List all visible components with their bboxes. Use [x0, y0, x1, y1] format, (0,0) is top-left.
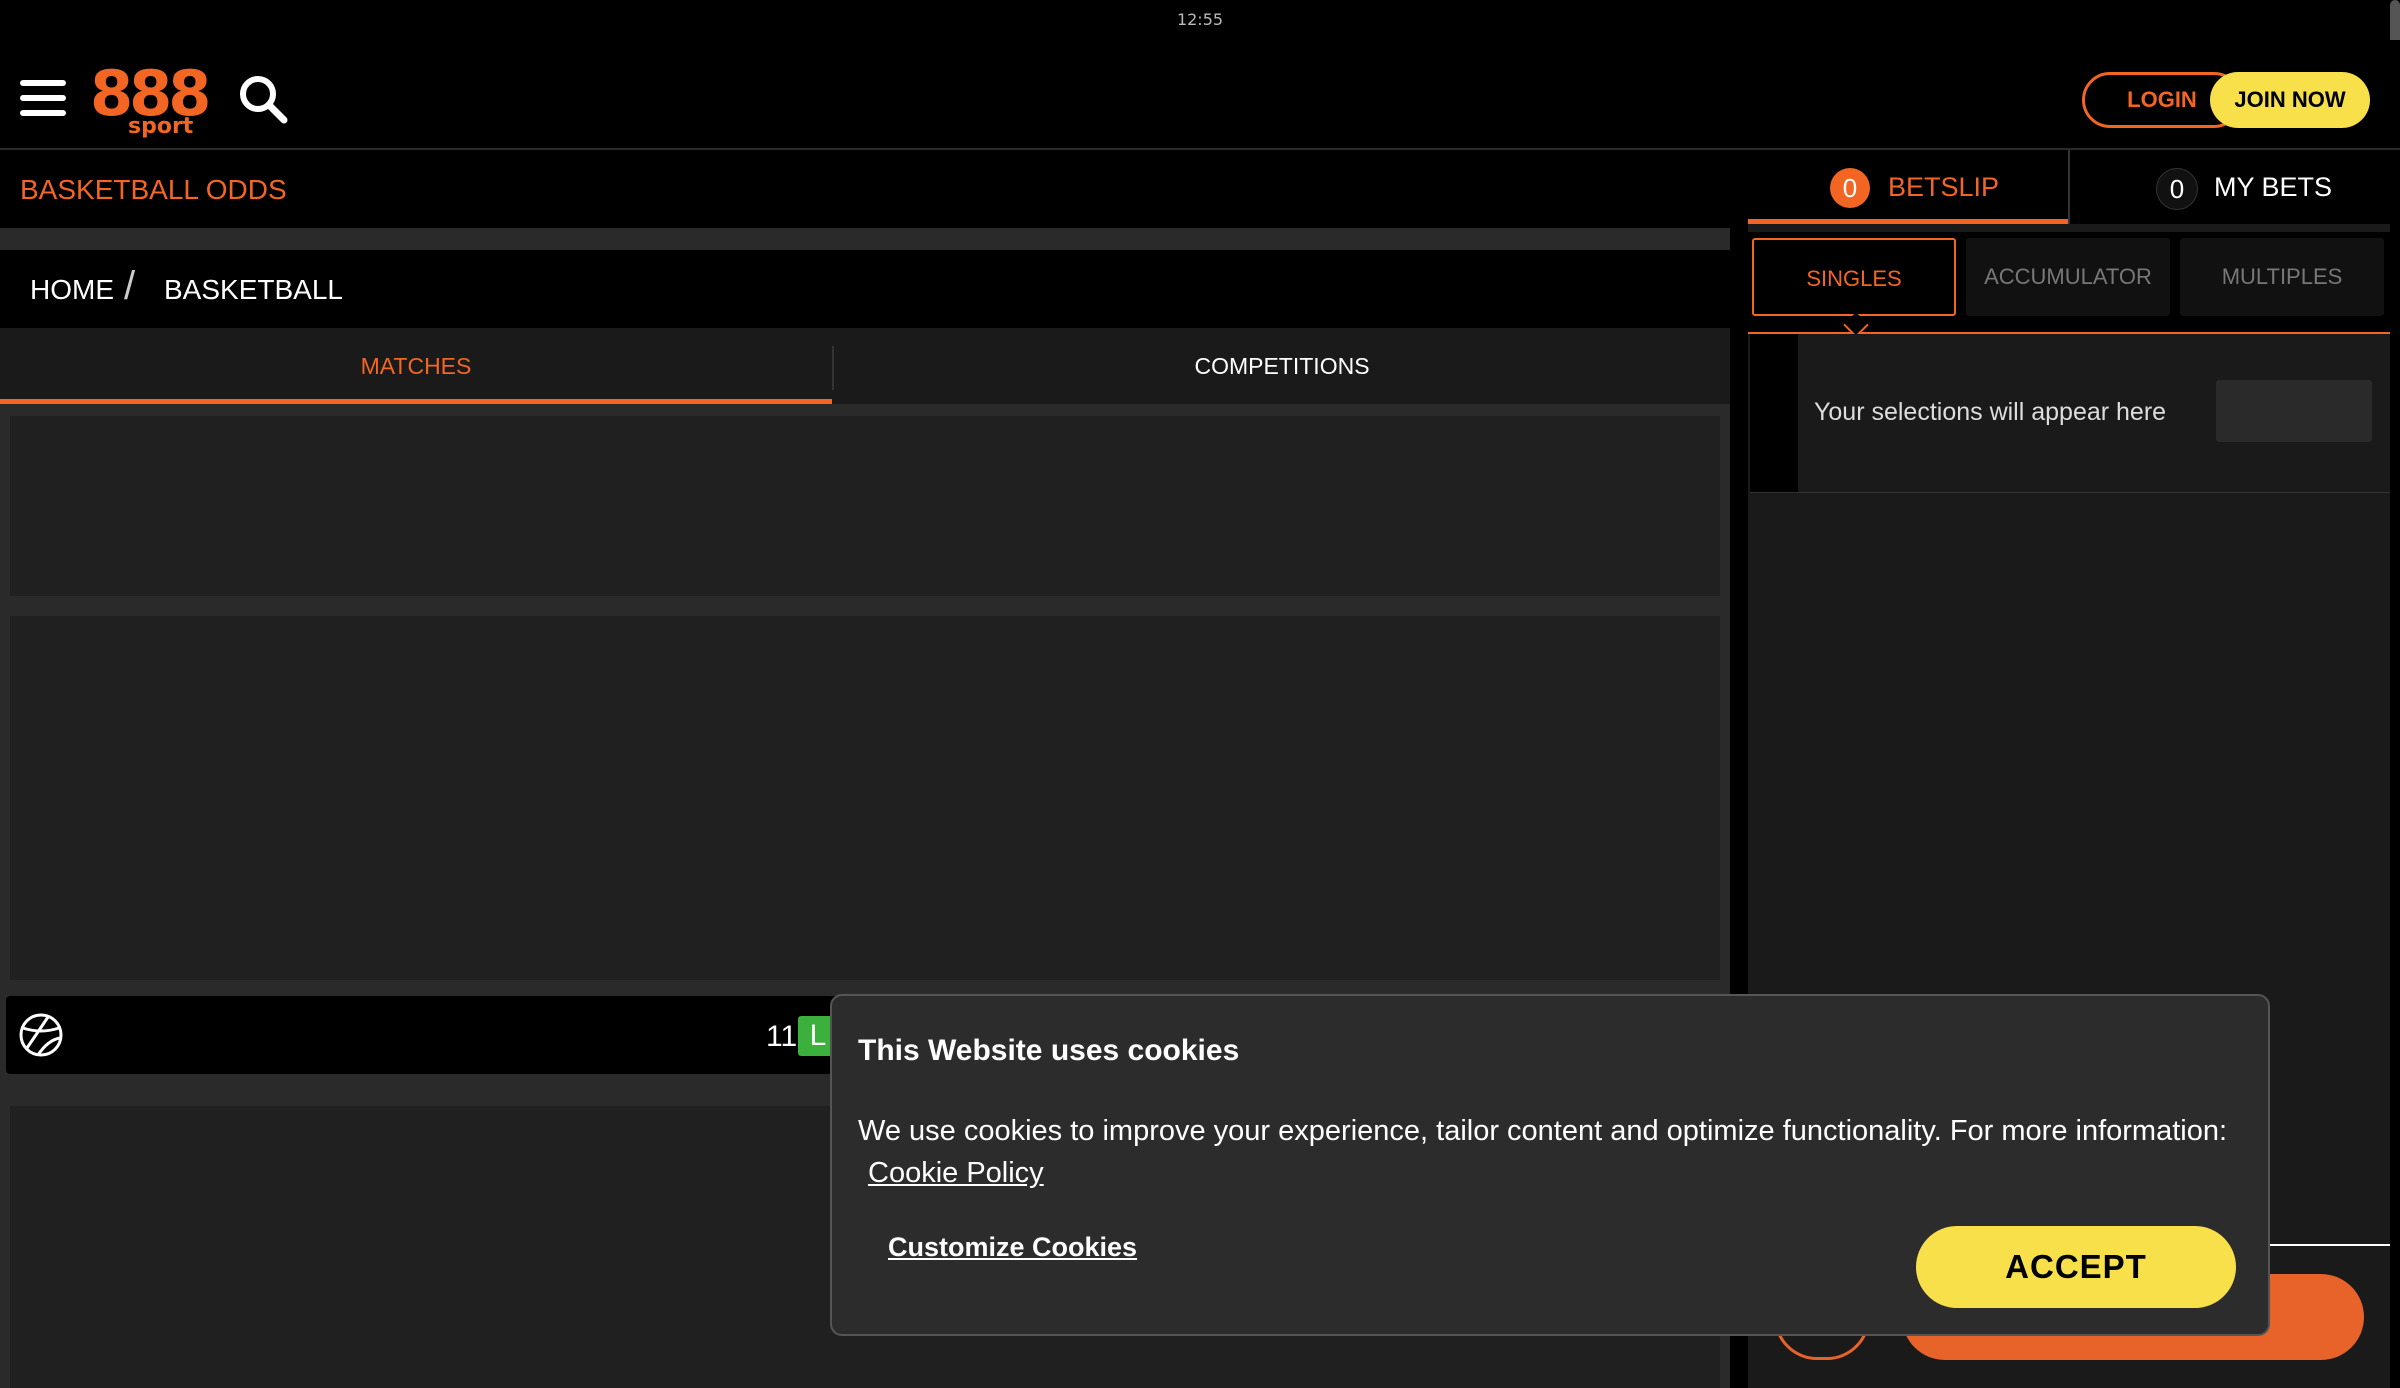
bet-type-selector: SINGLES ACCUMULATOR MULTIPLES	[1748, 232, 2390, 334]
my-bets-count: 0	[2156, 168, 2198, 210]
menu-icon[interactable]	[20, 78, 66, 118]
tab-divider	[2068, 150, 2070, 224]
empty-selections-message: Your selections will appear here	[1814, 398, 2167, 426]
cookie-message-text: We use cookies to improve your experienc…	[858, 1115, 2228, 1147]
breadcrumb-current: BASKETBALL	[164, 274, 343, 305]
accept-cookies-button[interactable]: ACCEPT	[1916, 1226, 2236, 1308]
cookie-policy-link[interactable]: Cookie Policy	[868, 1157, 1044, 1189]
stake-placeholder	[2216, 380, 2372, 442]
bet-type-accumulator[interactable]: ACCUMULATOR	[1966, 238, 2170, 316]
tab-divider	[832, 346, 834, 390]
customize-cookies-link[interactable]: Customize Cookies	[888, 1232, 1137, 1263]
tab-competitions[interactable]: COMPETITIONS	[834, 328, 1730, 404]
tab-matches[interactable]: MATCHES	[0, 328, 832, 404]
top-header	[0, 40, 2400, 150]
search-icon[interactable]	[236, 72, 290, 126]
bet-type-multiples[interactable]: MULTIPLES	[2180, 238, 2384, 316]
join-now-button[interactable]: JOIN NOW	[2210, 72, 2370, 128]
event-count: 11	[766, 1020, 798, 1053]
my-bets-label: MY BETS	[2214, 172, 2333, 202]
selection-marker	[1750, 334, 1798, 492]
bet-type-singles[interactable]: SINGLES	[1752, 238, 1956, 316]
status-clock: 12:55	[1176, 10, 1224, 29]
logo[interactable]: 888 sport	[90, 62, 211, 142]
breadcrumb-separator: /	[124, 264, 136, 308]
page-title: BASKETBALL ODDS	[20, 174, 287, 205]
divider	[0, 228, 1730, 250]
betslip-count: 0	[1830, 168, 1870, 208]
page-title-bar: BASKETBALL ODDS	[0, 150, 1730, 229]
tab-my-bets[interactable]: 0 MY BETS	[2070, 150, 2390, 224]
sport-tabs: MATCHES COMPETITIONS	[0, 328, 1730, 404]
breadcrumb: HOME / BASKETBALL	[0, 250, 1730, 326]
basketball-icon	[18, 1012, 64, 1058]
betslip-label: BETSLIP	[1888, 172, 2000, 202]
logo-subtext: sport	[128, 114, 194, 139]
loading-placeholder	[10, 416, 1720, 596]
cookie-message: We use cookies to improve your experienc…	[858, 1110, 2238, 1194]
cookie-title: This Website uses cookies	[858, 1034, 1240, 1067]
breadcrumb-home[interactable]: HOME	[30, 274, 114, 306]
cookie-banner: This Website uses cookies We use cookies…	[830, 994, 2270, 1336]
loading-placeholder	[10, 616, 1720, 980]
tab-betslip[interactable]: 0 BETSLIP	[1748, 150, 2068, 224]
